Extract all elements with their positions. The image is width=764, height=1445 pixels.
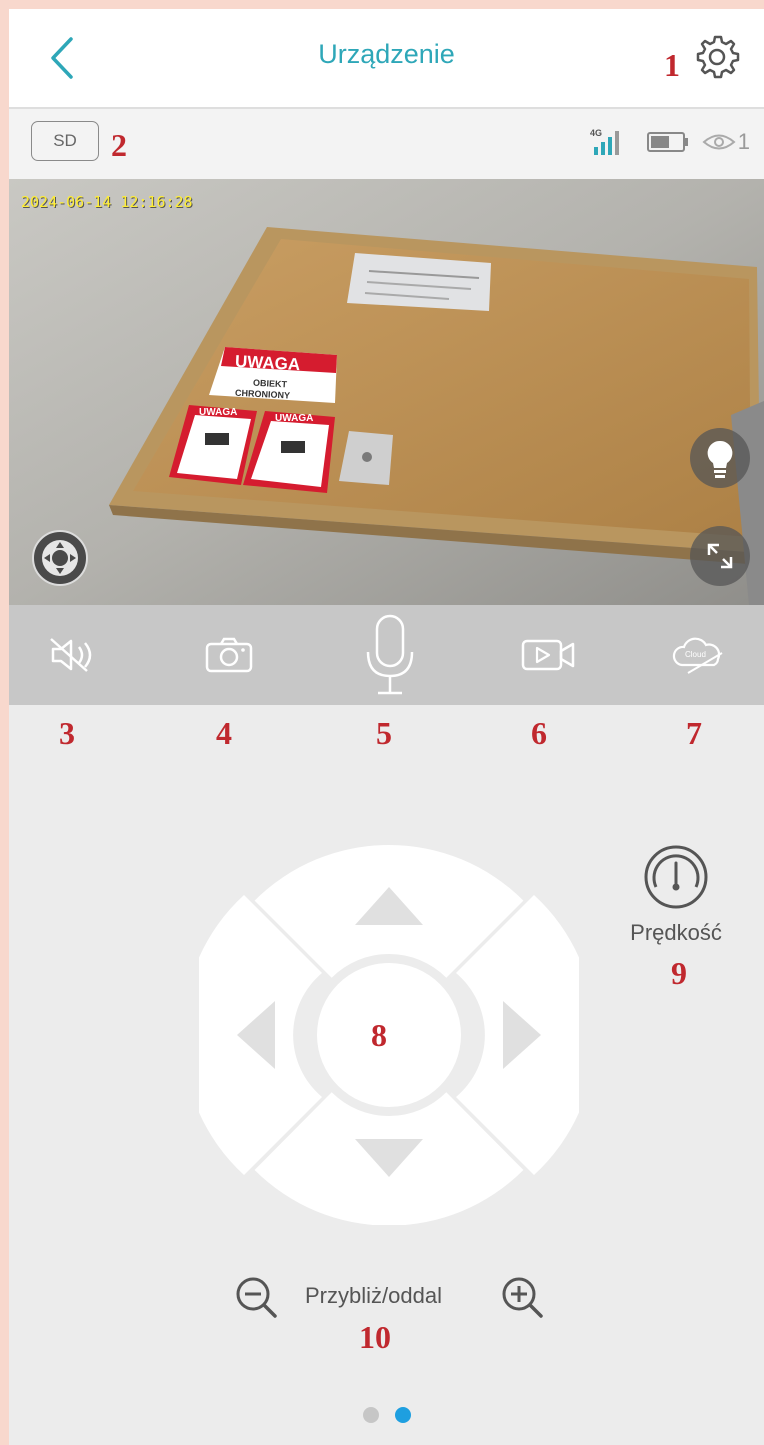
eye-icon — [702, 134, 736, 150]
speaker-mute-icon — [50, 638, 92, 672]
sticker2-title: UWAGA — [275, 413, 313, 424]
snapshot-button[interactable] — [189, 605, 269, 705]
record-video-button[interactable] — [509, 605, 589, 705]
gear-icon — [696, 35, 740, 79]
zoom-label: Przybliż/oddal — [305, 1283, 442, 1308]
sign-title: UWAGA — [235, 352, 301, 374]
live-video[interactable]: UWAGA OBIEKT CHRONIONY UWAGA UWAGA 2024-… — [9, 179, 764, 605]
sticker1-title: UWAGA — [199, 407, 237, 418]
ptz-joystick-icon — [32, 530, 88, 586]
page-dot-2-active[interactable] — [394, 1407, 411, 1423]
control-toolbar: Cloud — [9, 605, 764, 705]
speedometer-icon — [644, 845, 708, 909]
zoom-in-button[interactable] — [499, 1274, 545, 1320]
cloud-button[interactable]: Cloud — [659, 605, 739, 705]
annotation-2: 2 — [111, 127, 127, 163]
zoom-out-button[interactable] — [233, 1274, 279, 1320]
viewer-count: 1 — [702, 129, 750, 155]
status-bar: SD 2 4G 1 — [9, 109, 764, 179]
fullscreen-icon — [690, 526, 750, 586]
page-title: Urządzenie — [318, 39, 455, 69]
viewer-count-value: 1 — [737, 129, 750, 154]
ptz-mini-button[interactable] — [31, 529, 89, 592]
dpad-center[interactable] — [317, 963, 461, 1107]
mute-button[interactable] — [33, 605, 113, 705]
speed-button[interactable]: Prędkość — [621, 843, 731, 946]
sd-card-button[interactable]: SD — [31, 121, 99, 161]
annotation-8: 8 — [371, 1017, 387, 1053]
microphone-icon — [366, 614, 414, 695]
annotation-4: 4 — [216, 715, 232, 751]
status-icons: 4G 1 — [590, 127, 750, 157]
light-button[interactable] — [689, 427, 751, 494]
zoom-out-icon — [236, 1277, 277, 1318]
annotation-1: 1 — [664, 47, 680, 83]
speed-label: Prędkość — [630, 920, 722, 945]
zoom-in-icon — [502, 1277, 543, 1318]
settings-button[interactable] — [693, 33, 741, 81]
page-indicator — [9, 1407, 764, 1423]
camera-feed-image: UWAGA OBIEKT CHRONIONY UWAGA UWAGA — [9, 179, 764, 605]
annotation-10: 10 — [359, 1319, 391, 1355]
ptz-dpad — [182, 845, 596, 1226]
zoom-controls: Przybliż/oddal — [9, 1271, 764, 1321]
battery-icon — [646, 132, 688, 152]
light-bulb-icon — [690, 428, 750, 488]
annotation-5: 5 — [376, 715, 392, 751]
annotation-3: 3 — [59, 715, 75, 751]
camera-snapshot-icon — [205, 637, 253, 673]
annotation-9: 9 — [671, 955, 687, 991]
video-timestamp: 2024-06-14 12:16:28 — [21, 193, 193, 211]
page-dot-1[interactable] — [362, 1407, 379, 1423]
dpad-graphic — [182, 845, 596, 1226]
header: Urządzenie 1 — [9, 9, 764, 109]
cloud-off-icon: Cloud — [672, 637, 723, 674]
signal-label: 4G — [590, 128, 602, 138]
microphone-button[interactable] — [350, 605, 430, 705]
sign-line1: OBIEKT — [253, 378, 288, 390]
cloud-label: Cloud — [685, 650, 706, 659]
annotation-6: 6 — [531, 715, 547, 751]
video-record-icon — [521, 639, 575, 671]
app-frame: Urządzenie 1 SD 2 4G 1 UWAGA OBIEKT CHRO… — [9, 9, 764, 1445]
signal-4g-icon: 4G — [590, 128, 619, 155]
fullscreen-button[interactable] — [689, 525, 751, 592]
annotation-7: 7 — [686, 715, 702, 751]
